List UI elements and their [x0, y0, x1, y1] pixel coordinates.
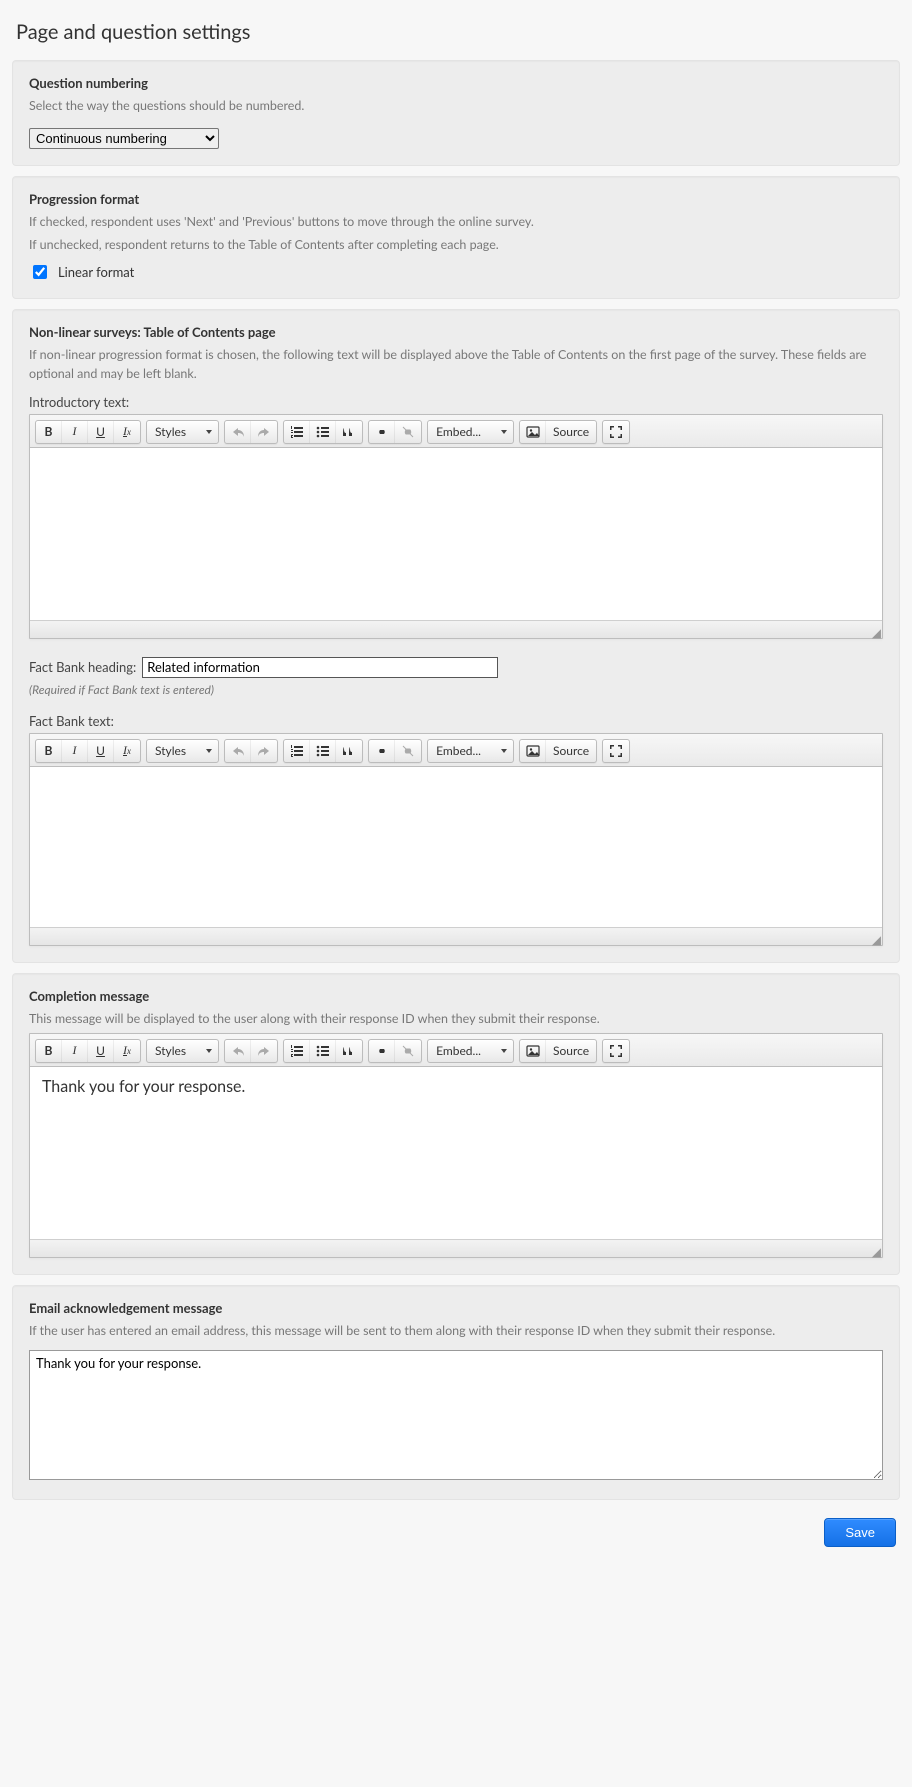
editor-footer — [30, 927, 882, 945]
linear-format-label[interactable]: Linear format — [58, 264, 134, 280]
resize-grip-icon[interactable] — [868, 625, 880, 637]
maximize-button[interactable] — [603, 1040, 629, 1062]
numbered-list-button[interactable] — [284, 421, 310, 443]
factbank-text-area[interactable] — [30, 767, 882, 927]
question-numbering-card: Question numbering Select the way the qu… — [12, 60, 900, 166]
question-numbering-select[interactable]: Continuous numbering — [29, 128, 219, 149]
factbank-heading-label: Fact Bank heading: — [29, 659, 136, 675]
linear-format-checkbox[interactable] — [33, 265, 47, 279]
email-ack-card: Email acknowledgement message If the use… — [12, 1285, 900, 1501]
editor-toolbar: B I U Ix Styles — [30, 415, 882, 448]
blockquote-button[interactable] — [336, 740, 362, 762]
embed-dropdown[interactable]: Embed... — [427, 1039, 514, 1063]
unlink-button[interactable] — [395, 740, 421, 762]
italic-button[interactable]: I — [62, 740, 88, 762]
image-icon — [520, 421, 546, 443]
remove-format-button[interactable]: Ix — [114, 1040, 140, 1062]
image-icon — [520, 1040, 546, 1062]
undo-button[interactable] — [225, 421, 251, 443]
intro-text-editor: B I U Ix Styles — [29, 414, 883, 639]
undo-button[interactable] — [225, 740, 251, 762]
intro-text-area[interactable] — [30, 448, 882, 620]
italic-button[interactable]: I — [62, 1040, 88, 1062]
bullet-list-button[interactable] — [310, 421, 336, 443]
editor-footer — [30, 620, 882, 638]
link-button[interactable] — [369, 1040, 395, 1062]
styles-dropdown[interactable]: Styles — [146, 420, 219, 444]
styles-dropdown[interactable]: Styles — [146, 739, 219, 763]
progression-help-1: If checked, respondent uses 'Next' and '… — [29, 213, 883, 232]
question-numbering-help: Select the way the questions should be n… — [29, 97, 883, 116]
email-ack-help: If the user has entered an email address… — [29, 1322, 883, 1341]
progression-help-2: If unchecked, respondent returns to the … — [29, 236, 883, 255]
progression-format-card: Progression format If checked, responden… — [12, 176, 900, 300]
redo-button[interactable] — [251, 421, 277, 443]
embed-dropdown[interactable]: Embed... — [427, 420, 514, 444]
blockquote-button[interactable] — [336, 421, 362, 443]
styles-dropdown[interactable]: Styles — [146, 1039, 219, 1063]
source-button[interactable]: Source — [546, 421, 596, 443]
resize-grip-icon[interactable] — [868, 932, 880, 944]
source-button[interactable]: Source — [546, 1040, 596, 1062]
numbered-list-button[interactable] — [284, 1040, 310, 1062]
bullet-list-button[interactable] — [310, 740, 336, 762]
factbank-heading-note: (Required if Fact Bank text is entered) — [29, 682, 883, 697]
bullet-list-button[interactable] — [310, 1040, 336, 1062]
maximize-button[interactable] — [603, 740, 629, 762]
undo-button[interactable] — [225, 1040, 251, 1062]
link-button[interactable] — [369, 740, 395, 762]
bold-button[interactable]: B — [36, 421, 62, 443]
underline-button[interactable]: U — [88, 421, 114, 443]
bold-button[interactable]: B — [36, 1040, 62, 1062]
italic-button[interactable]: I — [62, 421, 88, 443]
bold-button[interactable]: B — [36, 740, 62, 762]
maximize-button[interactable] — [603, 421, 629, 443]
page-title: Page and question settings — [16, 20, 900, 44]
question-numbering-heading: Question numbering — [29, 75, 883, 91]
redo-button[interactable] — [251, 740, 277, 762]
underline-button[interactable]: U — [88, 740, 114, 762]
factbank-text-label: Fact Bank text: — [29, 713, 883, 729]
redo-button[interactable] — [251, 1040, 277, 1062]
intro-text-label: Introductory text: — [29, 394, 883, 410]
completion-message-card: Completion message This message will be … — [12, 973, 900, 1275]
toc-help: If non-linear progression format is chos… — [29, 346, 883, 384]
unlink-button[interactable] — [395, 1040, 421, 1062]
factbank-text-editor: B I U Ix Styles — [29, 733, 883, 946]
email-ack-textarea[interactable] — [29, 1350, 883, 1480]
remove-format-button[interactable]: Ix — [114, 421, 140, 443]
remove-format-button[interactable]: Ix — [114, 740, 140, 762]
email-ack-heading: Email acknowledgement message — [29, 1300, 883, 1316]
toc-heading: Non-linear surveys: Table of Contents pa… — [29, 324, 883, 340]
unlink-button[interactable] — [395, 421, 421, 443]
completion-heading: Completion message — [29, 988, 883, 1004]
editor-toolbar: B I U Ix Styles — [30, 1034, 882, 1067]
progression-heading: Progression format — [29, 191, 883, 207]
source-button[interactable]: Source — [546, 740, 596, 762]
embed-dropdown[interactable]: Embed... — [427, 739, 514, 763]
completion-text-area[interactable]: Thank you for your response. — [30, 1067, 882, 1239]
blockquote-button[interactable] — [336, 1040, 362, 1062]
toc-card: Non-linear surveys: Table of Contents pa… — [12, 309, 900, 963]
editor-toolbar: B I U Ix Styles — [30, 734, 882, 767]
resize-grip-icon[interactable] — [868, 1244, 880, 1256]
completion-editor: B I U Ix Styles — [29, 1033, 883, 1258]
editor-footer — [30, 1239, 882, 1257]
factbank-heading-input[interactable] — [142, 657, 498, 678]
completion-help: This message will be displayed to the us… — [29, 1010, 883, 1029]
underline-button[interactable]: U — [88, 1040, 114, 1062]
image-icon — [520, 740, 546, 762]
save-button[interactable]: Save — [824, 1518, 896, 1547]
numbered-list-button[interactable] — [284, 740, 310, 762]
link-button[interactable] — [369, 421, 395, 443]
